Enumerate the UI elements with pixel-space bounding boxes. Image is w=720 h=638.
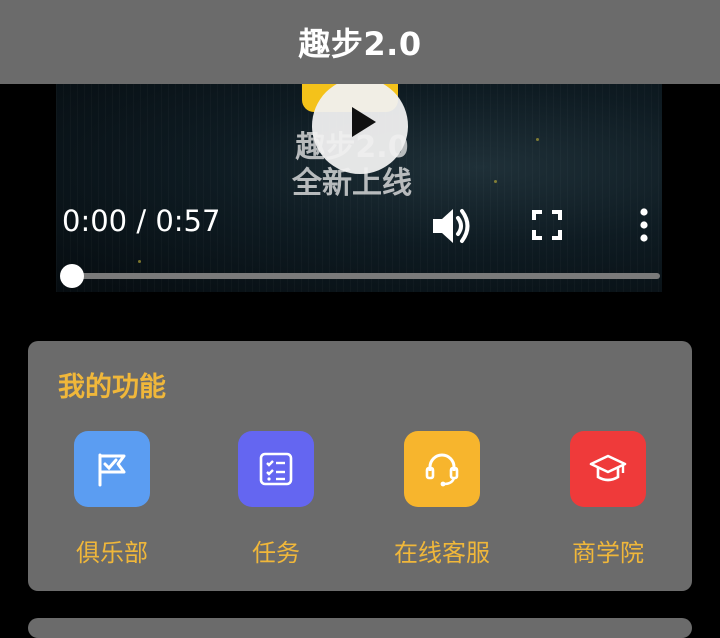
feature-label: 商学院 <box>572 539 644 567</box>
feature-label: 任务 <box>252 539 300 567</box>
task-list-icon <box>259 452 293 486</box>
task-tile[interactable] <box>238 431 314 507</box>
flag-icon <box>98 453 126 487</box>
feature-club[interactable]: 俱乐部 <box>42 431 182 568</box>
school-tile[interactable] <box>570 431 646 507</box>
progress-thumb[interactable] <box>60 264 84 288</box>
video-player[interactable]: 趣步2.0 全新上线 0:00 / 0:57 <box>56 84 662 292</box>
graduation-cap-icon <box>589 454 627 482</box>
app-header: 趣步2.0 <box>0 0 720 84</box>
volume-icon[interactable] <box>431 206 473 246</box>
club-tile[interactable] <box>74 431 150 507</box>
play-icon <box>352 107 376 137</box>
feature-label: 俱乐部 <box>76 539 148 567</box>
headset-icon <box>425 453 459 487</box>
feature-online-service[interactable]: 在线客服 <box>372 431 512 568</box>
my-features-card: 我的功能 俱乐部 任务 在线客服 商学院 <box>28 341 692 591</box>
sparkle <box>536 138 539 141</box>
next-card <box>28 618 692 638</box>
feature-label: 在线客服 <box>394 539 490 567</box>
sparkle <box>138 260 141 263</box>
service-tile[interactable] <box>404 431 480 507</box>
page-title: 趣步2.0 <box>298 25 422 63</box>
progress-track[interactable] <box>70 273 660 279</box>
sparkle <box>494 180 497 183</box>
more-vert-icon[interactable] <box>636 208 652 242</box>
feature-task[interactable]: 任务 <box>206 431 346 568</box>
time-display: 0:00 / 0:57 <box>62 204 221 238</box>
fullscreen-icon[interactable] <box>532 210 562 240</box>
feature-business-school[interactable]: 商学院 <box>538 431 678 568</box>
section-title: 我的功能 <box>58 372 166 403</box>
